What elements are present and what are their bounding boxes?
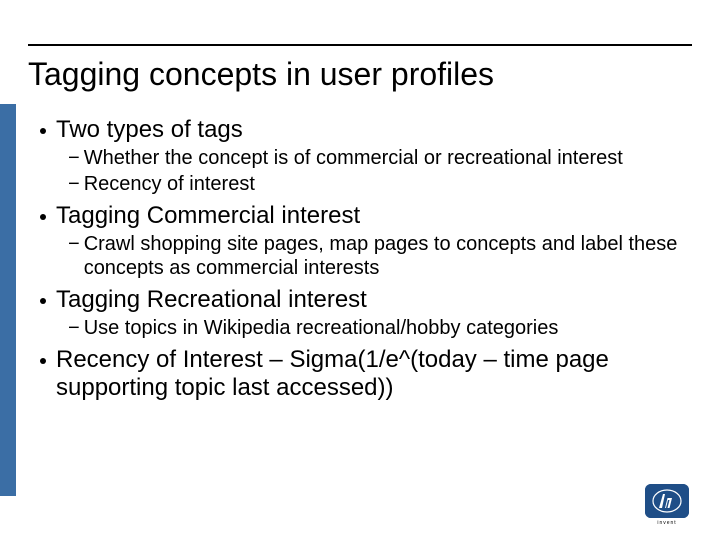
bullet-text: Recency of Interest – Sigma(1/e^(today –… (56, 346, 690, 402)
content-area: Two types of tags − Whether the concept … (40, 110, 690, 402)
bullet-3: Tagging Recreational interest (40, 286, 690, 314)
subbullet: − Whether the concept is of commercial o… (68, 146, 690, 170)
dash-icon: − (68, 146, 80, 170)
bullet-dot-icon (40, 298, 46, 304)
subbullet: − Use topics in Wikipedia recreational/h… (68, 316, 690, 340)
bullet-dot-icon (40, 214, 46, 220)
subbullet: − Recency of interest (68, 172, 690, 196)
hp-logo-subtext: invent (640, 520, 694, 526)
slide-title: Tagging concepts in user profiles (28, 56, 692, 93)
hp-logo: invent (640, 484, 694, 526)
bullet-text: Tagging Commercial interest (56, 202, 360, 230)
dash-icon: − (68, 232, 80, 256)
accent-bar (0, 104, 16, 496)
dash-icon: − (68, 172, 80, 196)
bullet-text: Two types of tags (56, 116, 243, 144)
subbullet-text: Whether the concept is of commercial or … (84, 146, 623, 170)
bullet-4: Recency of Interest – Sigma(1/e^(today –… (40, 346, 690, 402)
bullet-text: Tagging Recreational interest (56, 286, 367, 314)
bullet-dot-icon (40, 358, 46, 364)
bullet-dot-icon (40, 128, 46, 134)
subbullet-text: Crawl shopping site pages, map pages to … (84, 232, 690, 280)
top-rule (28, 44, 692, 46)
bullet-1: Two types of tags (40, 116, 690, 144)
bullet-2: Tagging Commercial interest (40, 202, 690, 230)
subbullet: − Crawl shopping site pages, map pages t… (68, 232, 690, 280)
hp-logo-icon (645, 484, 689, 518)
dash-icon: − (68, 316, 80, 340)
slide: Tagging concepts in user profiles Two ty… (0, 0, 720, 540)
subbullet-text: Recency of interest (84, 172, 255, 196)
subbullet-text: Use topics in Wikipedia recreational/hob… (84, 316, 559, 340)
